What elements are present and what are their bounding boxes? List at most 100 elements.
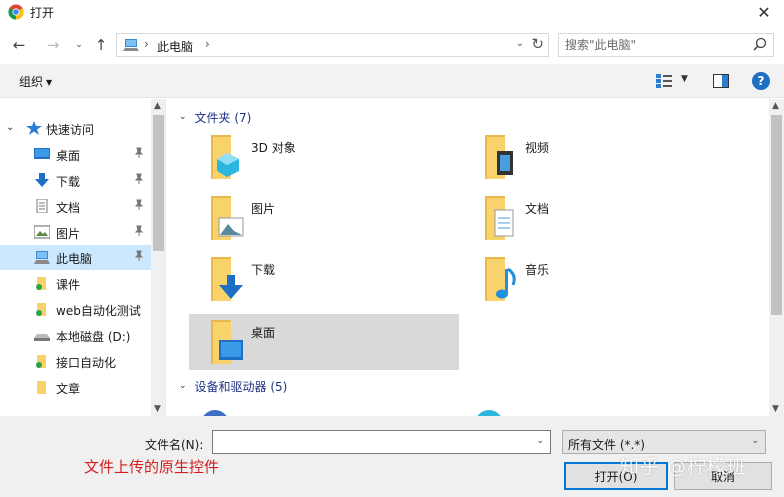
open-button[interactable]: 打开(O) <box>564 462 668 490</box>
caret-down-icon: ▼ <box>46 78 53 87</box>
navigation-pane: ⌄ 快速访问 桌面 下载 文档 图片 此电脑 课件 web自动化测试 本地磁盘 … <box>0 99 166 416</box>
computer-icon <box>123 39 139 51</box>
sidebar-item-label: 快速访问 <box>46 123 95 137</box>
sidebar-item-articles[interactable]: 文章 <box>0 375 151 400</box>
chevron-down-icon[interactable]: ⌄ <box>751 436 759 446</box>
chrome-icon <box>8 4 24 20</box>
address-row: ← → ⌄ ↑ › 此电脑 › ⌄ ↻ <box>0 30 784 60</box>
close-icon: ✕ <box>757 2 771 22</box>
folder-tile-desktop[interactable]: 桌面 <box>189 314 459 370</box>
device-tile-partial[interactable] <box>201 408 231 416</box>
sidebar-item-label: 文档 <box>56 201 81 215</box>
sidebar-item-web-automation[interactable]: web自动化测试 <box>0 297 151 322</box>
refresh-icon[interactable]: ↻ <box>531 35 544 53</box>
pin-icon[interactable] <box>133 225 145 237</box>
back-button[interactable]: ← <box>10 36 28 54</box>
up-button[interactable]: ↑ <box>92 36 110 54</box>
search-box[interactable] <box>558 33 774 57</box>
sidebar-item-courseware[interactable]: 课件 <box>0 271 151 296</box>
breadcrumb-chevron-icon[interactable]: › <box>205 37 210 51</box>
folder-label: 视频 <box>525 141 550 155</box>
filename-input[interactable] <box>217 434 527 450</box>
sidebar-item-api-automation[interactable]: 接口自动化 <box>0 349 151 374</box>
collapse-chevron-icon[interactable]: ⌄ <box>179 381 187 391</box>
scroll-thumb[interactable] <box>153 115 164 251</box>
documents-folder-icon <box>485 196 514 240</box>
scroll-thumb[interactable] <box>771 115 782 315</box>
pin-icon[interactable] <box>133 173 145 185</box>
organize-label: 组织 <box>19 75 44 89</box>
collapse-chevron-icon[interactable]: ⌄ <box>179 112 187 122</box>
sidebar-item-documents[interactable]: 文档 <box>0 194 151 219</box>
folder-icon <box>37 381 46 394</box>
sidebar-item-local-disk-d[interactable]: 本地磁盘 (D:) <box>0 323 151 348</box>
expand-chevron-icon[interactable]: ⌄ <box>6 122 14 133</box>
desktop-icon <box>34 148 50 159</box>
drive-icon <box>34 334 50 341</box>
folder-tile-pictures[interactable]: 图片 <box>189 190 459 246</box>
organize-button[interactable]: 组织 ▼ <box>19 73 52 90</box>
sidebar-item-label: 文章 <box>56 382 81 396</box>
folder-tile-music[interactable]: 音乐 <box>463 251 733 307</box>
preview-pane-button[interactable] <box>713 74 729 88</box>
sidebar-scrollbar[interactable]: ▲ ▼ <box>151 99 165 416</box>
sidebar-item-label: 下载 <box>56 175 81 189</box>
help-icon[interactable]: ? <box>752 72 770 90</box>
folder-tile-3d-objects[interactable]: 3D 对象 <box>189 129 459 185</box>
cancel-button[interactable]: 取消 <box>674 462 772 490</box>
forward-button[interactable]: → <box>44 36 62 54</box>
title-bar: 打开 ✕ <box>0 0 784 24</box>
scroll-up-icon[interactable]: ▲ <box>154 101 161 111</box>
picture-icon <box>34 225 50 239</box>
command-bar: 组织 ▼ ▼ ? <box>0 64 784 98</box>
pin-icon[interactable] <box>133 250 145 262</box>
filename-combobox[interactable]: ⌄ <box>212 430 551 454</box>
pin-icon[interactable] <box>133 147 145 159</box>
arrow-left-icon: ← <box>12 36 26 54</box>
computer-icon <box>34 251 50 264</box>
scroll-down-icon[interactable]: ▼ <box>772 404 779 414</box>
scroll-down-icon[interactable]: ▼ <box>154 404 161 414</box>
group-header-devices[interactable]: ⌄ 设备和驱动器 (5) <box>179 377 287 395</box>
arrow-up-icon: ↑ <box>94 36 108 54</box>
folder-tile-documents[interactable]: 文档 <box>463 190 733 246</box>
folder-label: 3D 对象 <box>251 141 296 155</box>
folder-icon <box>36 303 46 316</box>
file-type-select[interactable]: 所有文件 (*.*) ⌄ <box>562 430 766 454</box>
sidebar-item-quick-access[interactable]: ⌄ 快速访问 <box>0 116 151 141</box>
folder-icon <box>36 355 46 368</box>
sidebar-item-desktop[interactable]: 桌面 <box>0 142 151 167</box>
sidebar-item-downloads[interactable]: 下载 <box>0 168 151 193</box>
sidebar-item-label: 课件 <box>56 278 81 292</box>
sidebar-item-label: 此电脑 <box>56 252 93 266</box>
chevron-down-icon[interactable]: ⌄ <box>536 436 544 446</box>
sidebar-item-this-pc[interactable]: 此电脑 <box>0 245 151 270</box>
breadcrumb-separator-icon: › <box>144 37 149 51</box>
desktop-folder-icon <box>211 320 243 364</box>
group-header-folders[interactable]: ⌄ 文件夹 (7) <box>179 108 251 126</box>
folder-tile-downloads[interactable]: 下载 <box>189 251 459 307</box>
view-options-icon[interactable] <box>656 73 672 89</box>
view-dropdown-icon[interactable]: ▼ <box>681 74 688 84</box>
address-dropdown-icon[interactable]: ⌄ <box>516 38 524 49</box>
file-list-scrollbar[interactable]: ▲ ▼ <box>769 99 784 416</box>
sidebar-item-pictures[interactable]: 图片 <box>0 220 151 245</box>
sidebar-item-label: web自动化测试 <box>56 304 141 318</box>
recent-locations-button[interactable]: ⌄ <box>70 36 88 54</box>
search-icon <box>753 37 767 51</box>
breadcrumb-this-pc[interactable]: 此电脑 <box>157 38 193 55</box>
folder-label: 文档 <box>525 202 550 216</box>
pin-icon[interactable] <box>133 199 145 211</box>
file-type-value: 所有文件 (*.*) <box>568 438 645 452</box>
folder-label: 图片 <box>251 202 276 216</box>
sidebar-item-label: 图片 <box>56 227 81 241</box>
address-bar[interactable]: › 此电脑 › ⌄ ↻ <box>116 33 549 57</box>
window-title: 打开 <box>30 6 55 20</box>
device-tile-partial[interactable] <box>475 408 505 416</box>
folder-label: 桌面 <box>251 326 276 340</box>
folder-tile-videos[interactable]: 视频 <box>463 129 733 185</box>
search-input[interactable] <box>565 37 745 53</box>
scroll-up-icon[interactable]: ▲ <box>772 101 779 111</box>
close-button[interactable]: ✕ <box>744 0 784 24</box>
sidebar-item-label: 桌面 <box>56 149 81 163</box>
